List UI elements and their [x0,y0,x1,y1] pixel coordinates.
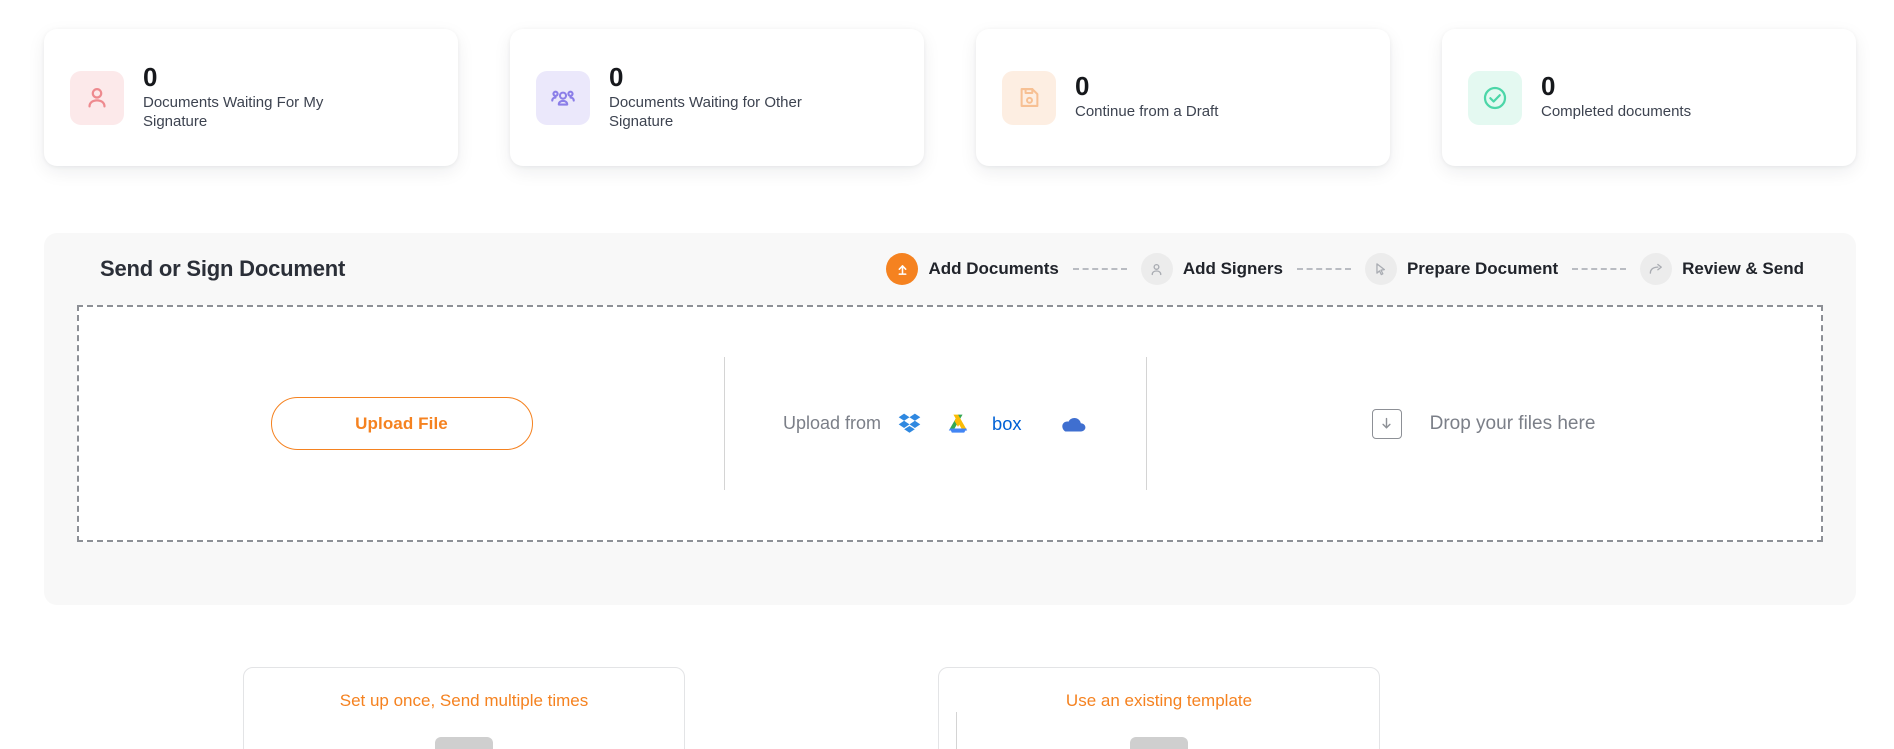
google-drive-icon[interactable] [945,411,971,437]
template-card-title: Use an existing template [1065,691,1253,710]
step-prepare-document[interactable]: Prepare Document [1364,253,1559,285]
page-title: Send or Sign Document [100,256,346,281]
cursor-pointer-icon-container [1364,253,1397,285]
users-group-icon [551,90,575,106]
stat-card-waiting-my-signature[interactable]: 0 Documents Waiting For My Signature [44,29,458,166]
dropbox-icon[interactable] [897,410,924,437]
stat-text: 0 Completed documents [1541,70,1692,122]
send-or-sign-panel: Send or Sign Document Add Documents Add … [44,233,1856,605]
person-icon-container [1140,253,1173,285]
stat-text: 0 Documents Waiting For My Signature [143,61,353,132]
stat-label: Completed documents [1541,103,1692,121]
upload-arrow-icon [898,264,907,275]
upload-file-column: Upload File [79,307,724,540]
step-label: Add Signers [1182,259,1283,278]
upload-arrow-icon-container [886,253,919,285]
users-group-icon-container [536,70,590,125]
stepper: Add Documents Add Signers Prepare Docume… [886,253,1804,285]
template-card-setup-once[interactable]: Set up once, Send multiple times [243,667,685,749]
stat-label: Documents Waiting for Other Signature [609,93,802,130]
stat-text: 0 Continue from a Draft [1075,70,1219,122]
step-connector [1296,268,1351,270]
cloud-icons: box [897,410,1087,437]
templates-divider [956,712,957,749]
upload-from-label: Upload from [782,413,882,433]
file-drop-area[interactable]: Upload File Upload from box Drop your fi… [77,305,1823,542]
cloud-upload-column: Upload from box [724,307,1146,540]
template-thumbnail [435,737,493,749]
step-connector [1572,268,1627,270]
save-draft-icon-container [1002,70,1056,125]
download-box-icon [1371,408,1402,439]
save-draft-icon [1020,88,1038,107]
stat-label: Documents Waiting For My Signature [143,93,324,130]
step-add-documents[interactable]: Add Documents [886,253,1059,285]
share-arrow-icon-container [1640,253,1673,285]
step-label: Prepare Document [1406,259,1559,278]
check-circle-icon [1483,86,1507,109]
svg-text:box: box [992,412,1022,433]
step-connector [1072,268,1127,270]
template-thumbnail [1130,737,1188,749]
template-card-existing-template[interactable]: Use an existing template [938,667,1380,749]
step-review-and-send[interactable]: Review & Send [1640,253,1804,285]
stat-count: 0 [1541,70,1556,101]
dashboard-page: 0 Documents Waiting For My Signature 0 D… [0,0,1894,749]
stat-card-completed-documents[interactable]: 0 Completed documents [1442,29,1856,166]
upload-file-button[interactable]: Upload File [270,397,533,450]
stats-row: 0 Documents Waiting For My Signature 0 D… [44,29,1856,166]
drop-files-column: Drop your files here [1146,307,1821,540]
user-icon [88,87,106,108]
stat-text: 0 Documents Waiting for Other Signature [609,61,819,132]
box-icon[interactable]: box [992,412,1036,436]
templates-row: Set up once, Send multiple times Use an … [44,667,1856,749]
stat-count: 0 [143,61,158,92]
check-circle-icon-container [1468,70,1522,125]
stat-count: 0 [609,61,624,92]
step-label: Review & Send [1682,259,1804,278]
upload-from-group: Upload from box [783,410,1087,437]
person-icon [1151,263,1162,275]
stat-count: 0 [1075,70,1090,101]
user-icon-container [70,70,124,125]
onedrive-icon[interactable] [1057,412,1087,436]
cursor-pointer-icon [1376,262,1386,275]
stat-label: Continue from a Draft [1075,103,1219,121]
step-add-signers[interactable]: Add Signers [1140,253,1283,285]
drop-here-label: Drop your files here [1429,412,1596,434]
template-card-title: Set up once, Send multiple times [339,691,589,710]
panel-header: Send or Sign Document Add Documents Add … [44,233,1856,305]
stat-card-waiting-other-signature[interactable]: 0 Documents Waiting for Other Signature [510,29,924,166]
drop-here-group: Drop your files here [1371,408,1596,439]
step-label: Add Documents [928,259,1059,278]
share-arrow-icon [1649,263,1663,274]
stat-card-continue-draft[interactable]: 0 Continue from a Draft [976,29,1390,166]
